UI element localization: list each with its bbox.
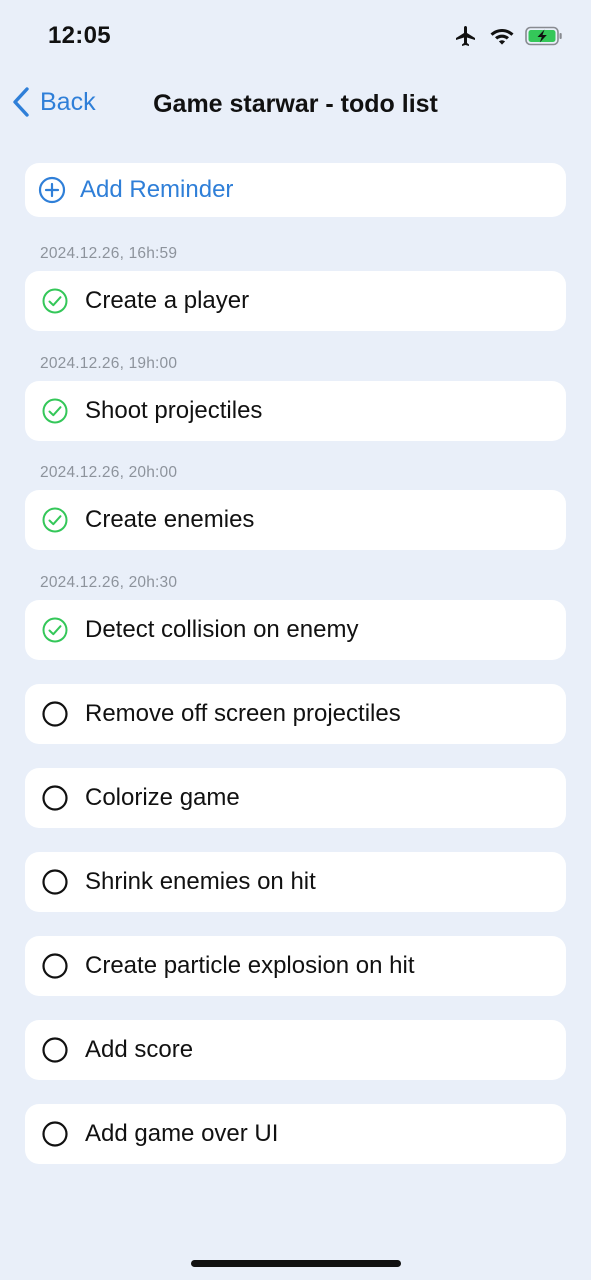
todo-row-pending[interactable]: Colorize game: [25, 768, 566, 828]
todo-label: Detect collision on enemy: [85, 616, 359, 643]
todo-row-pending[interactable]: Add game over UI: [25, 1104, 566, 1164]
todo-label: Add game over UI: [85, 1120, 279, 1147]
todo-label: Add score: [85, 1036, 194, 1063]
wifi-icon: [489, 26, 515, 46]
todo-row-completed[interactable]: Detect collision on enemy: [25, 600, 566, 660]
timestamp: 2024.12.26, 20h:00: [40, 464, 178, 481]
timestamp: 2024.12.26, 19h:00: [40, 355, 178, 372]
status-time: 12:05: [48, 22, 111, 49]
todo-label: Create a player: [85, 287, 250, 314]
navigation-bar: Back Game starwar - todo list: [0, 76, 591, 136]
todo-row-completed[interactable]: Create enemies: [25, 490, 566, 550]
page-title: Game starwar - todo list: [153, 90, 438, 118]
todo-label: Remove off screen projectiles: [85, 700, 401, 727]
todo-label: Shrink enemies on hit: [85, 868, 316, 895]
empty-circle-icon[interactable]: [41, 952, 69, 980]
check-circle-icon[interactable]: [41, 506, 69, 534]
empty-circle-icon[interactable]: [41, 784, 69, 812]
battery-charging-icon: [525, 26, 563, 46]
empty-circle-icon[interactable]: [41, 868, 69, 896]
empty-circle-icon[interactable]: [41, 1120, 69, 1148]
timestamp: 2024.12.26, 20h:30: [40, 574, 178, 591]
check-circle-icon[interactable]: [41, 287, 69, 315]
todo-label: Shoot projectiles: [85, 397, 263, 424]
empty-circle-icon[interactable]: [41, 700, 69, 728]
status-icons: [453, 24, 563, 48]
check-circle-icon[interactable]: [41, 616, 69, 644]
todo-row-completed[interactable]: Shoot projectiles: [25, 381, 566, 441]
todo-row-pending[interactable]: Shrink enemies on hit: [25, 852, 566, 912]
todo-label: Create enemies: [85, 506, 255, 533]
todo-row-completed[interactable]: Create a player: [25, 271, 566, 331]
airplane-icon: [453, 24, 479, 48]
empty-circle-icon[interactable]: [41, 1036, 69, 1064]
add-reminder-button[interactable]: Add Reminder: [25, 163, 566, 217]
home-indicator[interactable]: [191, 1260, 401, 1267]
status-bar: 12:05: [0, 0, 591, 76]
todo-row-pending[interactable]: Add score: [25, 1020, 566, 1080]
plus-circle-icon: [38, 176, 66, 204]
todo-label: Create particle explosion on hit: [85, 952, 415, 979]
add-reminder-label: Add Reminder: [80, 176, 234, 203]
timestamp: 2024.12.26, 16h:59: [40, 245, 178, 262]
check-circle-icon[interactable]: [41, 397, 69, 425]
todo-row-pending[interactable]: Create particle explosion on hit: [25, 936, 566, 996]
todo-row-pending[interactable]: Remove off screen projectiles: [25, 684, 566, 744]
todo-label: Colorize game: [85, 784, 240, 811]
